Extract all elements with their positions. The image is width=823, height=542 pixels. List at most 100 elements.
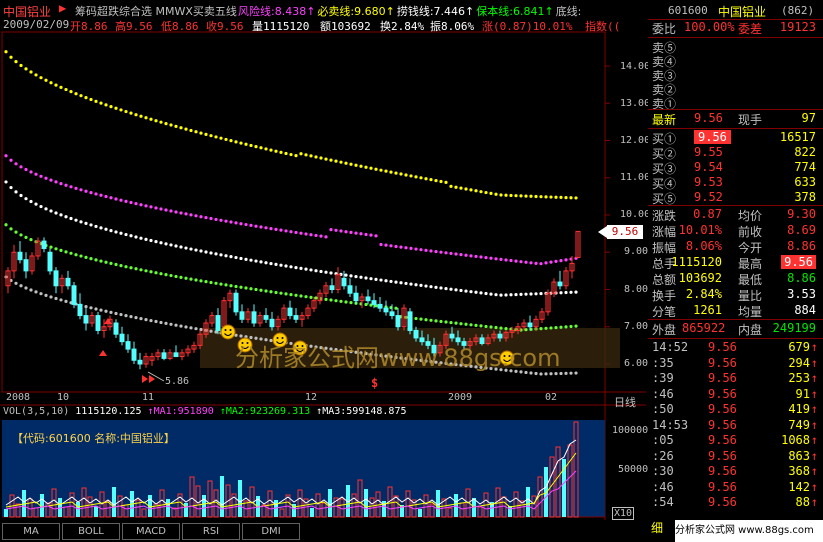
candle-body (557, 281, 563, 287)
volume-bar (364, 489, 368, 517)
sell-line-dot (569, 196, 573, 200)
stock-terminal-window: 中国铝业 ▶ 筹码超跌综合选 MMWX买卖五线 风险线:8.438↑ 必卖线:9.… (0, 0, 823, 542)
sell-line-dot (339, 160, 343, 164)
bottom-line-dot (34, 290, 38, 294)
money-line-dot (384, 279, 388, 283)
sell-line-dot (139, 114, 143, 118)
money-line-dot (559, 291, 563, 295)
breakeven-line-dot (124, 265, 128, 269)
breakeven-line-dot (344, 300, 348, 304)
period-label[interactable]: 日线 (614, 394, 636, 410)
tab-boll[interactable]: BOLL (62, 523, 120, 540)
risk-line-dot (459, 253, 463, 257)
money-line-dot (289, 265, 293, 269)
breakeven-line-dot (84, 255, 88, 259)
money-line-dot (389, 279, 393, 284)
candle-body (113, 322, 119, 335)
footer-banner[interactable]: 分析家公式网 www.88gs.com (675, 520, 823, 542)
sell-line-dot (239, 141, 243, 145)
tab-dmi[interactable]: DMI (242, 523, 300, 540)
breakeven-line-dot (229, 284, 233, 288)
tick-volume: 294 (788, 355, 810, 370)
tick-price: 9.56 (708, 386, 737, 401)
money-line-dot (429, 285, 433, 289)
sell-line-dot (189, 128, 193, 133)
tab-macd[interactable]: MACD (122, 523, 180, 540)
tick-volume: 91 (795, 386, 810, 401)
breakeven-line-dot (89, 257, 93, 261)
risk-line-dot (344, 230, 348, 234)
info-amount: 额103692 (320, 20, 371, 33)
money-line-dot (234, 255, 238, 260)
bottom-line-dot (169, 322, 173, 326)
stat-label: 总额 (652, 273, 677, 287)
risk-line-dot (144, 204, 148, 208)
quote-row: :35 9.56 294 ↑ (652, 356, 818, 373)
candle-body (287, 307, 293, 317)
detail-tab[interactable]: 细 (651, 519, 663, 536)
risk-line-dot (19, 165, 23, 169)
risk-line-dot (29, 170, 33, 174)
sell-line-dot (79, 94, 83, 98)
money-line-dot (9, 185, 13, 190)
money-line-dot (414, 283, 418, 287)
risk-line-dot (154, 206, 158, 210)
money-line-dot (14, 190, 18, 194)
candle-body (65, 277, 71, 287)
breakeven-line-dot (419, 317, 423, 321)
volume-bar (508, 506, 512, 517)
tick-volume: 419 (788, 402, 810, 416)
candle-body (47, 251, 53, 272)
breakeven-line-dot (69, 251, 73, 255)
risk-line-dot (229, 220, 233, 224)
risk-line-dot (354, 231, 358, 235)
breakeven-line-dot (464, 322, 468, 326)
vol-unit[interactable]: X10 (612, 507, 635, 520)
risk-line-dot (319, 234, 323, 238)
breakeven-line-dot (329, 298, 333, 302)
indicator-line-value: 保本线:6.841↑ (476, 5, 554, 18)
stat-label: 涨幅 (652, 225, 677, 239)
tab-rsi[interactable]: RSI (182, 523, 240, 540)
breakeven-line-dot (54, 247, 58, 251)
tick-price: 9.56 (708, 355, 737, 370)
bottom-line-dot (574, 371, 578, 375)
risk-line-dot (549, 260, 553, 264)
sell-line-dot (249, 143, 253, 148)
bottom-line-dot (54, 296, 58, 301)
sell-line-dot (519, 194, 523, 198)
info-open: 开8.86 (70, 20, 108, 33)
sell-line-dot (234, 140, 238, 144)
tick-volume: 142 (788, 479, 810, 494)
tab-ma[interactable]: MA (2, 523, 60, 540)
stat-value: 1261 (693, 303, 722, 317)
candle-body (347, 285, 353, 294)
tick-price: 9.56 (708, 402, 737, 416)
money-line-dot (494, 293, 498, 297)
risk-line-dot (524, 260, 528, 264)
tick-volume: 253 (788, 371, 810, 385)
sell-line-dot (554, 195, 558, 199)
breakeven-line-dot (249, 287, 253, 291)
money-line-dot (459, 288, 463, 293)
breakeven-line-dot (364, 302, 368, 307)
info-low: 低8.86 (161, 20, 199, 33)
money-line-dot (464, 289, 468, 293)
sell-line-dot (504, 193, 508, 197)
breakeven-line-dot (459, 322, 463, 326)
sell-line-dot (179, 126, 183, 130)
risk-line-dot (269, 226, 273, 231)
y-tick: 11.00 (620, 172, 651, 183)
weicha-value: 19123 (779, 20, 816, 34)
risk-line-dot (434, 249, 438, 254)
quote-row: 14:53 9.56 749 ↑ (652, 418, 818, 435)
sell-line-dot (284, 151, 288, 156)
sell-line-dot (319, 156, 323, 160)
candle-body (407, 311, 413, 331)
money-line-dot (269, 261, 273, 266)
sell-line-dot (229, 139, 233, 143)
money-line-dot (219, 253, 223, 257)
risk-line-dot (479, 255, 483, 259)
quote-row: 分笔 1261 均量 884 (652, 303, 818, 320)
bottom-line-dot (39, 292, 43, 296)
